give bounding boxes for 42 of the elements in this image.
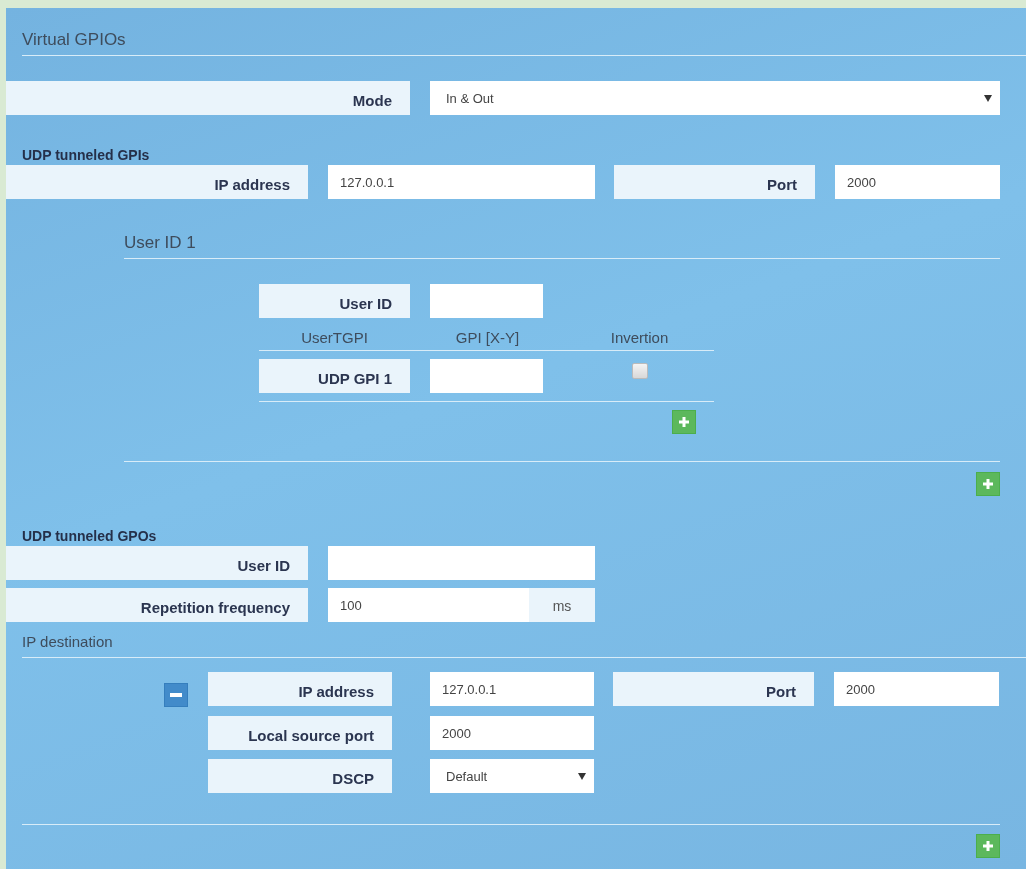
input-field[interactable]: 2000 (834, 672, 999, 706)
add-button[interactable] (976, 472, 1000, 496)
add-button[interactable] (976, 834, 1000, 858)
field-label: Repetition frequency (6, 588, 308, 622)
subsection-title: User ID 1 (124, 233, 197, 253)
checkbox[interactable] (631, 363, 648, 379)
section-title: Virtual GPIOs (21, 29, 127, 50)
plus-icon (679, 417, 689, 427)
column-header: GPI [X-Y] (454, 330, 521, 346)
field-label: Port (614, 165, 815, 199)
input-field[interactable]: 127.0.0.1 (430, 672, 594, 706)
unit-label: ms (529, 588, 595, 622)
column-header: Invertion (609, 330, 670, 346)
field-label: User ID (6, 546, 308, 580)
field-label: DSCP (208, 759, 392, 793)
input-field[interactable] (430, 359, 543, 393)
caret-icon (578, 772, 586, 780)
minus-icon (170, 693, 182, 697)
plus-icon (983, 479, 993, 489)
add-button[interactable] (672, 410, 696, 434)
subsection-title: IP destination (21, 633, 114, 651)
field-label: IP address (208, 672, 392, 706)
plus-icon (983, 841, 993, 851)
field-label: IP address (6, 165, 308, 199)
field-label: User ID (259, 284, 410, 318)
input-field[interactable]: 100 (328, 588, 529, 622)
field-label: Port (613, 672, 814, 706)
section-heading: UDP tunneled GPOs (21, 527, 158, 546)
input-field[interactable] (328, 546, 595, 580)
mode-dropdown[interactable]: In & Out (430, 81, 1000, 115)
remove-button[interactable] (164, 683, 188, 707)
input-field[interactable]: 2000 (430, 716, 594, 750)
section-heading: UDP tunneled GPIs (21, 146, 151, 165)
input-field[interactable] (430, 284, 543, 318)
field-label: UDP GPI 1 (259, 359, 410, 393)
field-label: Local source port (208, 716, 392, 750)
dscp-dropdown[interactable]: Default (430, 759, 594, 793)
caret-icon (984, 94, 992, 102)
field-label: Mode (6, 81, 410, 115)
column-header: UserTGPI (300, 330, 369, 346)
input-field[interactable]: 2000 (835, 165, 1000, 199)
input-field[interactable]: 127.0.0.1 (328, 165, 595, 199)
